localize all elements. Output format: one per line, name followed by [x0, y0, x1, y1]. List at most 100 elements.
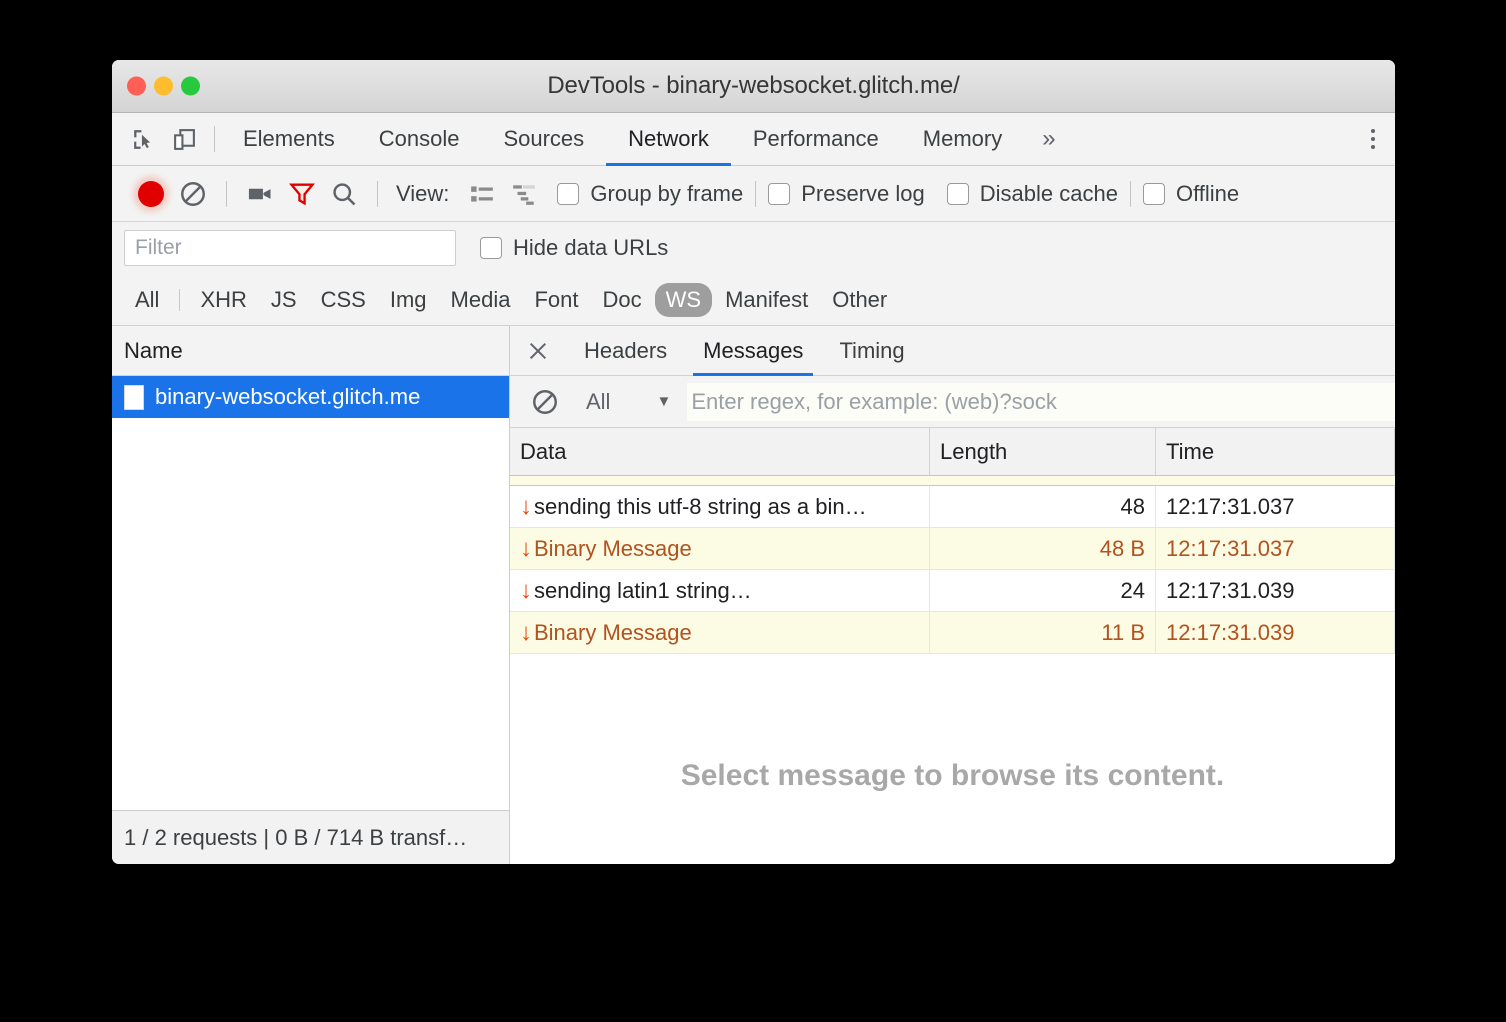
tab-elements[interactable]: Elements: [221, 113, 357, 165]
tabstrip-divider: [214, 126, 215, 152]
type-filter-font[interactable]: Font: [523, 283, 589, 317]
checkbox-preserve-log[interactable]: Preserve log: [768, 181, 925, 207]
message-length-cell: 48: [930, 486, 1156, 527]
message-data-cell: ↓ sending this utf-8 string as a bin…: [510, 486, 930, 527]
message-data-text: sending latin1 string…: [534, 578, 752, 604]
table-row[interactable]: ↓ sending latin1 string… 24 12:17:31.039: [510, 570, 1395, 612]
hide-data-urls-label: Hide data URLs: [513, 235, 668, 261]
tab-messages[interactable]: Messages: [685, 326, 821, 375]
window-titlebar: DevTools - binary-websocket.glitch.me/: [112, 60, 1395, 113]
tab-sources[interactable]: Sources: [481, 113, 606, 165]
messages-table-header: Data Length Time: [510, 428, 1395, 476]
requests-column-header[interactable]: Name: [112, 326, 509, 376]
checkbox-hide-data-urls[interactable]: Hide data URLs: [480, 235, 668, 261]
column-header-time[interactable]: Time: [1156, 428, 1395, 475]
close-button[interactable]: [127, 77, 146, 96]
table-row[interactable]: ↓ sending this utf-8 string as a bin… 48…: [510, 486, 1395, 528]
offline-box[interactable]: [1143, 183, 1165, 205]
window-title: DevTools - binary-websocket.glitch.me/: [112, 72, 1395, 100]
tab-network[interactable]: Network: [606, 113, 731, 165]
tab-memory-label: Memory: [923, 126, 1002, 152]
tab-elements-label: Elements: [243, 126, 335, 152]
detail-tabstrip: Headers Messages Timing: [510, 326, 1395, 376]
resource-type-filters: All XHR JS CSS Img Media Font Doc WS Man…: [112, 274, 1395, 326]
message-length-cell: 48 B: [930, 528, 1156, 569]
detail-panel: Headers Messages Timing All ▼: [510, 326, 1395, 864]
arrow-down-icon: ↓: [520, 495, 532, 519]
devtools-tabs: Elements Console Sources Network Perform…: [221, 113, 1024, 165]
scrolled-partial-row: [510, 476, 1395, 486]
type-filter-ws[interactable]: WS: [655, 283, 712, 317]
hide-data-urls-box[interactable]: [480, 237, 502, 259]
preserve-log-box[interactable]: [768, 183, 790, 205]
record-button[interactable]: [130, 173, 172, 215]
inspect-element-icon[interactable]: [130, 126, 157, 153]
message-length-cell: 11 B: [930, 612, 1156, 653]
tab-performance[interactable]: Performance: [731, 113, 901, 165]
devtools-tabstrip: Elements Console Sources Network Perform…: [112, 113, 1395, 166]
toolbar-divider-2: [377, 181, 378, 207]
type-filter-css[interactable]: CSS: [310, 283, 377, 317]
devtools-tool-icons: [112, 113, 208, 165]
minimize-button[interactable]: [154, 77, 173, 96]
tab-console[interactable]: Console: [357, 113, 482, 165]
clear-button[interactable]: [172, 173, 214, 215]
message-data-text: sending this utf-8 string as a bin…: [534, 494, 867, 520]
search-icon[interactable]: [323, 173, 365, 215]
disable-cache-box[interactable]: [947, 183, 969, 205]
toolbar-divider-3: [755, 181, 756, 207]
network-filter-row: Hide data URLs: [112, 222, 1395, 274]
tab-memory[interactable]: Memory: [901, 113, 1024, 165]
window-controls: [127, 77, 200, 96]
type-filter-other[interactable]: Other: [821, 283, 898, 317]
clear-messages-icon[interactable]: [524, 381, 566, 423]
close-icon[interactable]: [510, 326, 566, 375]
type-filter-doc[interactable]: Doc: [591, 283, 652, 317]
table-row[interactable]: ↓ Binary Message 48 B 12:17:31.037: [510, 528, 1395, 570]
messages-table: Data Length Time ↓ sending this utf-8 st…: [510, 428, 1395, 864]
requests-list: binary-websocket.glitch.me: [112, 376, 509, 810]
message-data-text: Binary Message: [534, 536, 692, 562]
type-filter-manifest[interactable]: Manifest: [714, 283, 819, 317]
tab-timing[interactable]: Timing: [821, 326, 922, 375]
message-time-cell: 12:17:31.037: [1156, 528, 1395, 569]
message-length-cell: 24: [930, 570, 1156, 611]
list-view-icon[interactable]: [461, 173, 503, 215]
column-header-data[interactable]: Data: [510, 428, 930, 475]
more-tabs-button[interactable]: »: [1024, 113, 1073, 165]
table-row[interactable]: binary-websocket.glitch.me: [112, 376, 509, 418]
group-by-frame-box[interactable]: [557, 183, 579, 205]
type-filter-js[interactable]: JS: [260, 283, 308, 317]
toolbar-divider-1: [226, 181, 227, 207]
type-filter-media[interactable]: Media: [440, 283, 522, 317]
arrow-down-icon: ↓: [520, 621, 532, 645]
column-header-length[interactable]: Length: [930, 428, 1156, 475]
messages-empty-state: Select message to browse its content.: [510, 654, 1395, 864]
waterfall-view-icon[interactable]: [503, 173, 545, 215]
message-type-select[interactable]: All ▼: [566, 389, 687, 415]
message-regex-input[interactable]: [687, 383, 1395, 421]
type-filter-all[interactable]: All: [124, 283, 170, 317]
tabstrip-right: [1350, 113, 1395, 165]
maximize-button[interactable]: [181, 77, 200, 96]
more-options-icon[interactable]: [1351, 129, 1395, 149]
filter-input[interactable]: [124, 230, 456, 266]
type-filter-divider: [179, 289, 180, 311]
document-icon: [124, 385, 144, 410]
toggle-device-toolbar-icon[interactable]: [171, 126, 198, 153]
network-body: Name binary-websocket.glitch.me 1 / 2 re…: [112, 326, 1395, 864]
message-filter-bar: All ▼: [510, 376, 1395, 428]
checkbox-offline[interactable]: Offline: [1143, 181, 1239, 207]
checkbox-disable-cache[interactable]: Disable cache: [947, 181, 1118, 207]
message-type-value: All: [586, 389, 610, 415]
table-row[interactable]: ↓ Binary Message 11 B 12:17:31.039: [510, 612, 1395, 654]
type-filter-img[interactable]: Img: [379, 283, 438, 317]
capture-screenshots-icon[interactable]: [239, 173, 281, 215]
checkbox-group-by-frame[interactable]: Group by frame: [557, 181, 743, 207]
preserve-log-label: Preserve log: [801, 181, 925, 207]
disable-cache-label: Disable cache: [980, 181, 1118, 207]
tab-headers[interactable]: Headers: [566, 326, 685, 375]
filter-icon[interactable]: [281, 173, 323, 215]
message-data-cell: ↓ Binary Message: [510, 528, 930, 569]
type-filter-xhr[interactable]: XHR: [189, 283, 257, 317]
